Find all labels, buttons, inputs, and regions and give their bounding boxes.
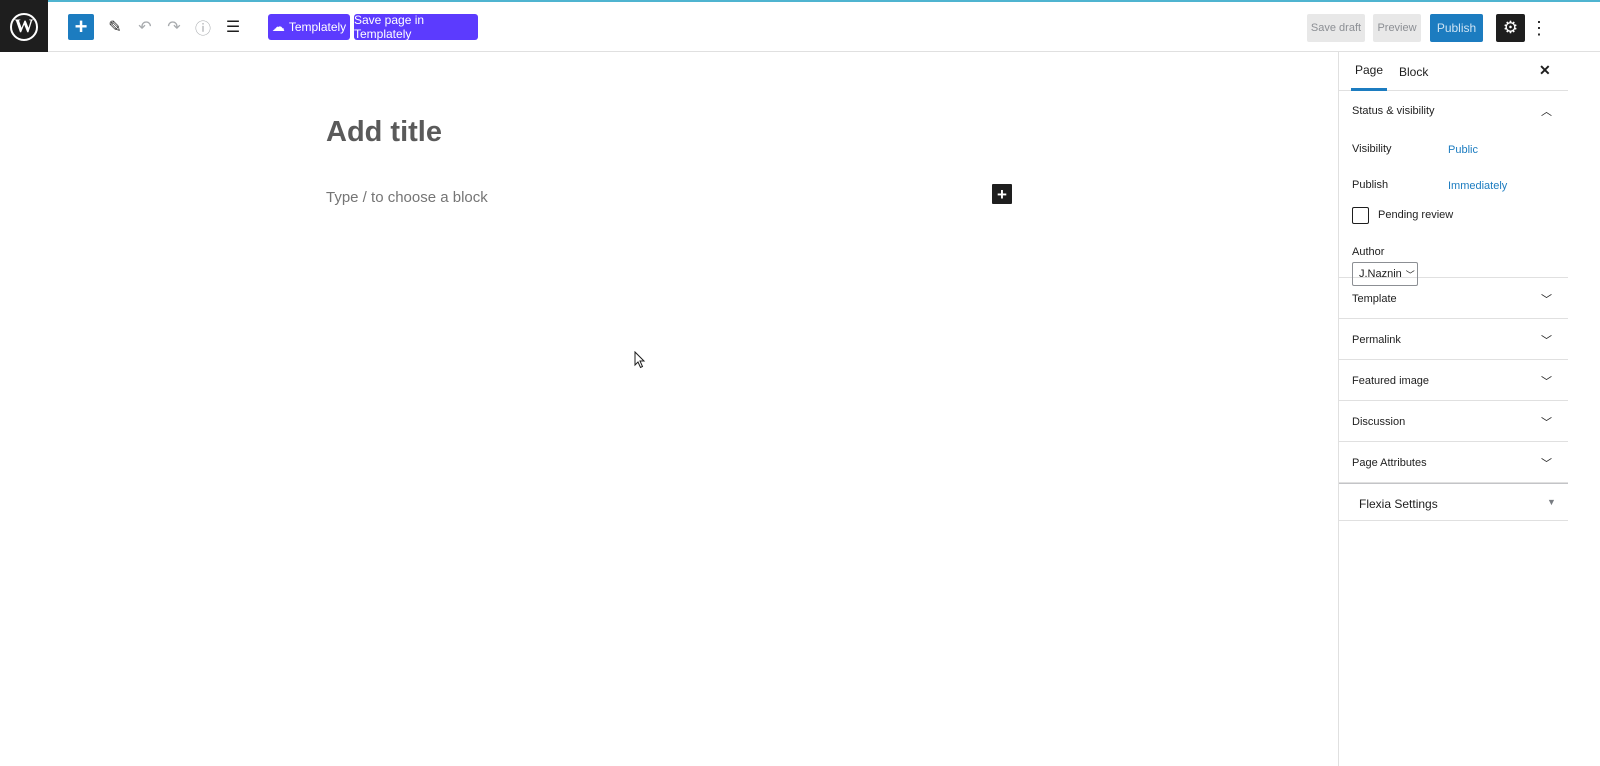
redo-button[interactable]: ↷ bbox=[163, 14, 185, 40]
more-vertical-icon: ⋮ bbox=[1530, 17, 1548, 38]
panel-featured-image-label: Featured image bbox=[1352, 375, 1430, 387]
gear-icon: ⚙ bbox=[1502, 18, 1519, 37]
panel-discussion-label: Discussion bbox=[1352, 416, 1406, 428]
author-label: Author bbox=[1352, 246, 1385, 258]
close-icon: ✕ bbox=[1539, 62, 1551, 78]
chevron-down-icon: ﹀ bbox=[1541, 376, 1552, 388]
templately-cloud-icon: ☁ bbox=[271, 19, 285, 34]
chevron-down-icon: ﹀ bbox=[1541, 335, 1552, 347]
panel-featured-image[interactable]: Featured image ﹀ bbox=[1339, 360, 1568, 401]
publish-date-link[interactable]: Immediately bbox=[1448, 180, 1507, 192]
list-view-icon: ☰ bbox=[225, 19, 241, 36]
chevron-down-icon: ﹀ bbox=[1541, 417, 1552, 429]
block-appender[interactable]: Type / to choose a block bbox=[326, 189, 488, 206]
save-in-templately-button[interactable]: Save page in Templately bbox=[354, 13, 478, 41]
close-sidebar-button[interactable]: ✕ bbox=[1539, 62, 1551, 79]
templately-button[interactable]: ☁ Templately bbox=[268, 14, 350, 40]
chevron-down-icon: ﹀ bbox=[1541, 294, 1552, 306]
editor-toolbar: W + ✎ ↶ ↷ ⓘ ☰ ☁ Templately Save page in … bbox=[0, 0, 1600, 53]
panel-page-attributes[interactable]: Page Attributes ﹀ bbox=[1339, 442, 1568, 483]
panel-template[interactable]: Template ﹀ bbox=[1339, 278, 1568, 319]
templately-button-label: Templately bbox=[288, 20, 347, 34]
panel-page-attributes-label: Page Attributes bbox=[1352, 457, 1427, 469]
panel-discussion[interactable]: Discussion ﹀ bbox=[1339, 401, 1568, 442]
editor-canvas: Add title Type / to choose a block + bbox=[0, 52, 1338, 766]
mouse-cursor-icon bbox=[634, 351, 646, 369]
more-options-button[interactable]: ⋮ bbox=[1530, 14, 1548, 42]
redo-icon: ↷ bbox=[167, 19, 181, 36]
status-visibility-toggle[interactable]: Status & visibility bbox=[1352, 105, 1435, 117]
sidebar-tabs: Page Block ✕ bbox=[1339, 52, 1568, 91]
triangle-down-icon: ▼ bbox=[1547, 497, 1556, 507]
undo-icon: ↶ bbox=[138, 19, 152, 36]
panel-permalink[interactable]: Permalink ﹀ bbox=[1339, 319, 1568, 360]
details-button[interactable]: ⓘ bbox=[192, 14, 214, 40]
wordpress-logo-icon[interactable]: W bbox=[0, 0, 48, 53]
settings-button[interactable]: ⚙ bbox=[1496, 14, 1525, 42]
publish-label: Publish bbox=[1352, 179, 1389, 191]
title-input[interactable]: Add title bbox=[326, 116, 442, 149]
publish-button[interactable]: Publish bbox=[1430, 14, 1483, 42]
settings-sidebar: Page Block ✕ Status & visibility ︿ Visib… bbox=[1338, 52, 1568, 766]
undo-button[interactable]: ↶ bbox=[134, 14, 156, 40]
wordpress-logo-mark: W bbox=[10, 12, 38, 41]
tab-page[interactable]: Page bbox=[1351, 52, 1387, 91]
chevron-up-icon[interactable]: ︿ bbox=[1541, 103, 1552, 119]
pencil-icon: ✎ bbox=[108, 19, 122, 36]
visibility-value-link[interactable]: Public bbox=[1448, 144, 1478, 156]
panel-permalink-label: Permalink bbox=[1352, 334, 1401, 346]
edit-tool-button[interactable]: ✎ bbox=[104, 14, 126, 40]
pending-review-checkbox[interactable] bbox=[1352, 207, 1369, 224]
flexia-settings-label: Flexia Settings bbox=[1359, 497, 1438, 511]
tab-block[interactable]: Block bbox=[1399, 52, 1428, 91]
chevron-down-icon: ﹀ bbox=[1541, 458, 1552, 470]
pending-review-label: Pending review bbox=[1378, 209, 1454, 221]
list-view-button[interactable]: ☰ bbox=[222, 14, 244, 40]
visibility-label: Visibility bbox=[1352, 143, 1392, 155]
flexia-settings-panel[interactable]: Flexia Settings ▼ bbox=[1339, 483, 1568, 521]
save-draft-button[interactable]: Save draft bbox=[1307, 14, 1365, 42]
status-visibility-panel: Status & visibility ︿ Visibility Public … bbox=[1339, 91, 1568, 286]
inline-add-block-button[interactable]: + bbox=[992, 184, 1012, 204]
info-icon: ⓘ bbox=[194, 21, 211, 38]
panel-template-label: Template bbox=[1352, 293, 1397, 305]
add-block-button[interactable]: + bbox=[68, 14, 94, 40]
preview-button[interactable]: Preview bbox=[1373, 14, 1421, 42]
